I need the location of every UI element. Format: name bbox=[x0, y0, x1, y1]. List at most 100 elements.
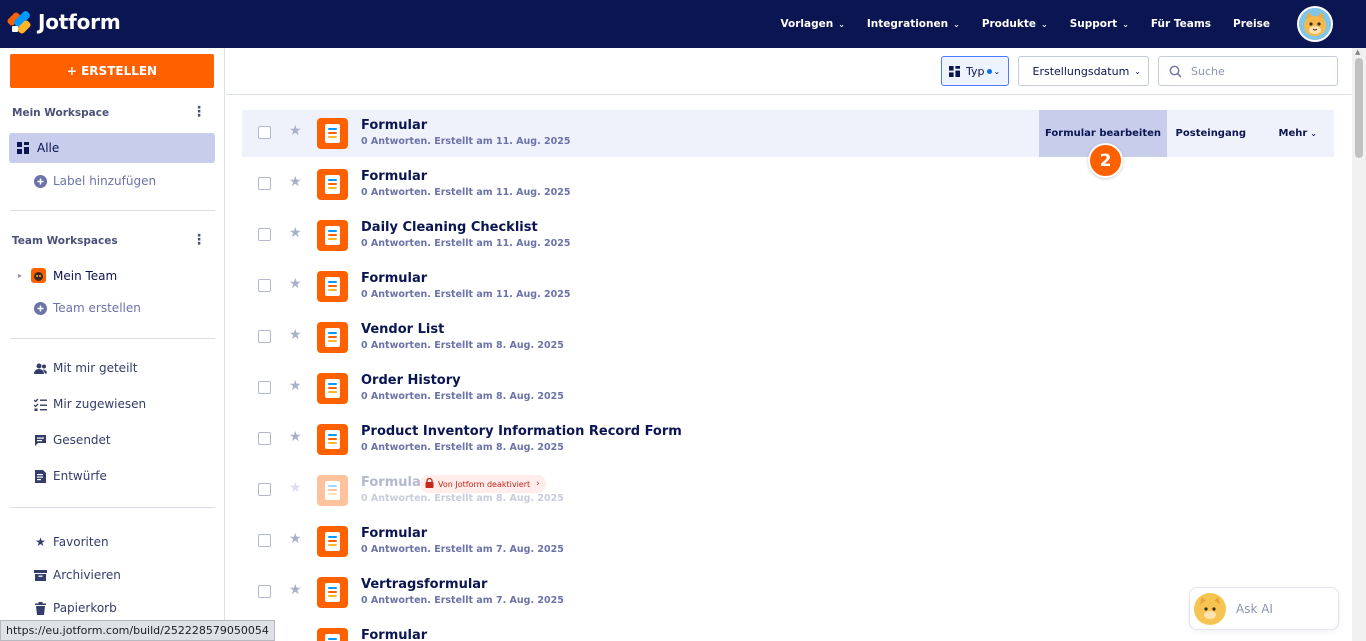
row-checkbox[interactable] bbox=[258, 585, 271, 598]
inbox-button[interactable]: Posteingang bbox=[1176, 110, 1246, 157]
form-icon bbox=[317, 118, 348, 149]
more-button[interactable]: Mehr ⌄ bbox=[1279, 110, 1318, 157]
form-row[interactable]: ★ Formular 0 Antworten. Erstellt am 7. A… bbox=[242, 518, 1334, 565]
row-checkbox[interactable] bbox=[258, 177, 271, 190]
sidebar-item-assigned-to-me[interactable]: Mir zugewiesen bbox=[34, 397, 146, 411]
form-meta: 0 Antworten. Erstellt am 8. Aug. 2025 bbox=[361, 442, 564, 453]
sort-button[interactable]: Erstellungsdatum ⌄ bbox=[1018, 56, 1149, 86]
my-workspace-title: Mein Workspace bbox=[12, 107, 110, 119]
form-title[interactable]: Formular bbox=[361, 118, 427, 133]
my-workspace-menu-icon[interactable]: ⋮ bbox=[192, 104, 206, 120]
filter-active-dot bbox=[986, 68, 992, 74]
form-title[interactable]: Formular bbox=[361, 628, 427, 641]
sidebar: + ERSTELLEN Mein Workspace ⋮ Alle Label … bbox=[0, 48, 225, 641]
form-icon bbox=[317, 322, 348, 353]
caret-right-icon[interactable]: ▸ bbox=[18, 271, 22, 280]
form-title[interactable]: Formular bbox=[361, 271, 427, 286]
page-scrollbar[interactable]: ▲ bbox=[1352, 48, 1366, 641]
jotform-logo-text: Jotform bbox=[38, 10, 121, 34]
search-input[interactable]: Suche bbox=[1158, 56, 1338, 86]
chevron-down-icon: ⌄ bbox=[993, 66, 1001, 76]
form-row-disabled[interactable]: ★ Formular Von Jotform deaktiviert › 0 A… bbox=[242, 467, 1334, 514]
nav-preise[interactable]: Preise bbox=[1233, 18, 1270, 30]
step-number-badge: 2 bbox=[1088, 143, 1123, 178]
create-team-button[interactable]: Team erstellen bbox=[34, 301, 141, 315]
form-row[interactable]: ★ Formular 0 Antworten. Erstellt am 11. … bbox=[242, 110, 1334, 157]
favorite-star-icon[interactable]: ★ bbox=[289, 429, 302, 445]
row-checkbox[interactable] bbox=[258, 126, 271, 139]
create-button[interactable]: + ERSTELLEN bbox=[10, 54, 214, 88]
form-icon bbox=[317, 169, 348, 200]
form-row[interactable]: ★ Order History 0 Antworten. Erstellt am… bbox=[242, 365, 1334, 412]
jotform-logo[interactable]: Jotform bbox=[6, 9, 121, 35]
form-title[interactable]: Vertragsformular bbox=[361, 577, 487, 592]
nav-vorlagen[interactable]: Vorlagen ⌄ bbox=[780, 18, 844, 30]
form-icon bbox=[317, 475, 348, 506]
nav-integrationen[interactable]: Integrationen ⌄ bbox=[867, 18, 960, 30]
row-checkbox[interactable] bbox=[258, 534, 271, 547]
sidebar-item-shared-with-me[interactable]: Mit mir geteilt bbox=[34, 361, 137, 375]
favorite-star-icon[interactable]: ★ bbox=[289, 225, 302, 241]
sidebar-item-sent[interactable]: Gesendet bbox=[34, 433, 111, 447]
favorite-star-icon[interactable]: ★ bbox=[289, 276, 302, 292]
favorite-star-icon[interactable]: ★ bbox=[289, 123, 302, 139]
form-title[interactable]: Product Inventory Information Record For… bbox=[361, 424, 682, 439]
sidebar-item-trash[interactable]: Papierkorb bbox=[34, 601, 117, 615]
form-title[interactable]: Formular bbox=[361, 526, 427, 541]
form-row[interactable]: ★ Vertragsformular 0 Antworten. Erstellt… bbox=[242, 569, 1334, 616]
type-filter-button[interactable]: Typ ⌄ bbox=[941, 56, 1009, 86]
user-avatar[interactable] bbox=[1297, 6, 1333, 42]
chat-icon bbox=[34, 434, 47, 447]
team-avatar-icon bbox=[31, 268, 47, 283]
team-workspaces-menu-icon[interactable]: ⋮ bbox=[192, 232, 206, 248]
form-icon bbox=[317, 526, 348, 557]
sidebar-item-archive[interactable]: Archivieren bbox=[34, 568, 121, 582]
form-row[interactable]: ★ Daily Cleaning Checklist 0 Antworten. … bbox=[242, 212, 1334, 259]
form-icon bbox=[317, 577, 348, 608]
row-checkbox[interactable] bbox=[258, 483, 271, 496]
nav-fuer-teams[interactable]: Für Teams bbox=[1151, 18, 1211, 30]
form-title[interactable]: Formular bbox=[361, 169, 427, 184]
form-meta: 0 Antworten. Erstellt am 11. Aug. 2025 bbox=[361, 238, 571, 249]
row-checkbox[interactable] bbox=[258, 381, 271, 394]
favorite-star-icon[interactable]: ★ bbox=[289, 327, 302, 343]
disabled-badge[interactable]: Von Jotform deaktiviert › bbox=[420, 475, 546, 493]
people-icon bbox=[34, 362, 47, 375]
chevron-down-icon: ⌄ bbox=[1134, 66, 1141, 76]
sidebar-item-label: Alle bbox=[37, 141, 60, 155]
form-title[interactable]: Vendor List bbox=[361, 322, 444, 337]
sidebar-item-favorites[interactable]: ★ Favoriten bbox=[34, 535, 108, 549]
favorite-star-icon[interactable]: ★ bbox=[289, 174, 302, 190]
ai-agent-avatar-icon bbox=[1194, 592, 1226, 625]
plus-circle-icon bbox=[34, 174, 47, 188]
nav-support[interactable]: Support ⌄ bbox=[1070, 18, 1129, 30]
form-row[interactable]: ★ Product Inventory Information Record F… bbox=[242, 416, 1334, 463]
form-row[interactable]: ★ Formular 0 Antworten. Erstellt am 11. … bbox=[242, 263, 1334, 310]
form-meta: 0 Antworten. Erstellt am 11. Aug. 2025 bbox=[361, 136, 571, 147]
form-icon bbox=[317, 373, 348, 404]
row-checkbox[interactable] bbox=[258, 330, 271, 343]
favorite-star-icon[interactable]: ★ bbox=[289, 531, 302, 547]
sidebar-item-drafts[interactable]: Entwürfe bbox=[34, 469, 107, 483]
scrollbar-thumb[interactable] bbox=[1355, 58, 1363, 158]
form-meta: 0 Antworten. Erstellt am 8. Aug. 2025 bbox=[361, 391, 564, 402]
form-title[interactable]: Daily Cleaning Checklist bbox=[361, 220, 538, 235]
sidebar-item-mein-team[interactable]: ▸ Mein Team bbox=[18, 268, 117, 283]
favorite-star-icon[interactable]: ★ bbox=[289, 480, 302, 496]
scroll-up-icon[interactable]: ▲ bbox=[1355, 48, 1360, 56]
ask-ai-button[interactable]: Ask AI bbox=[1189, 587, 1339, 630]
row-checkbox[interactable] bbox=[258, 228, 271, 241]
row-checkbox[interactable] bbox=[258, 279, 271, 292]
add-label-button[interactable]: Label hinzufügen bbox=[34, 174, 156, 188]
favorite-star-icon[interactable]: ★ bbox=[289, 582, 302, 598]
form-title[interactable]: Formular bbox=[361, 475, 427, 490]
sidebar-item-alle[interactable]: Alle bbox=[9, 133, 215, 163]
form-row[interactable]: ★ Formular 0 Antworten. Erstellt am 11. … bbox=[242, 161, 1334, 208]
form-row[interactable]: ★ Vendor List 0 Antworten. Erstellt am 8… bbox=[242, 314, 1334, 361]
sidebar-divider bbox=[10, 507, 215, 508]
form-title[interactable]: Order History bbox=[361, 373, 461, 388]
form-row[interactable]: Formular bbox=[242, 620, 1334, 641]
row-checkbox[interactable] bbox=[258, 432, 271, 445]
favorite-star-icon[interactable]: ★ bbox=[289, 378, 302, 394]
nav-produkte[interactable]: Produkte ⌄ bbox=[982, 18, 1048, 30]
